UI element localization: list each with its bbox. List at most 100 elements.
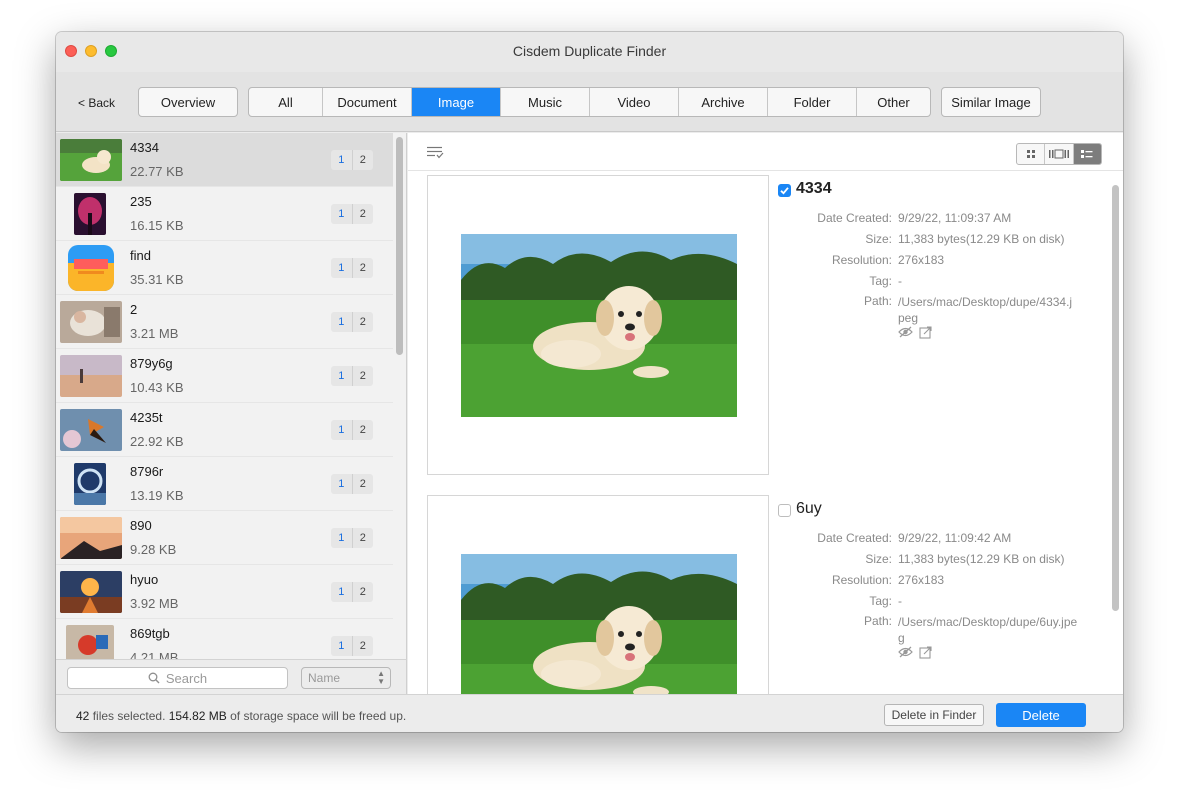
duplicate-count-badge: 12	[331, 474, 373, 494]
file-name: find	[130, 248, 151, 263]
sidebar-scrollbar[interactable]	[396, 137, 403, 355]
list-item[interactable]: 235 16.15 KB 12	[56, 187, 393, 241]
resolution-value: 276x183	[898, 253, 945, 267]
tab-document[interactable]: Document	[323, 88, 412, 116]
duplicate-count-badge: 12	[331, 258, 373, 278]
file-size: 13.19 KB	[130, 488, 184, 503]
thumbnail-image	[60, 571, 122, 613]
grid-view-icon[interactable]	[1017, 144, 1046, 164]
tag-value: -	[898, 594, 902, 608]
search-icon	[148, 672, 160, 684]
size-value: 11,383 bytes(12.29 KB on disk)	[898, 552, 1065, 566]
list-item[interactable]: 869tgb 4.21 MB 12	[56, 619, 393, 659]
tab-music[interactable]: Music	[501, 88, 590, 116]
tab-video[interactable]: Video	[590, 88, 679, 116]
list-item[interactable]: find 35.31 KB 12	[56, 241, 393, 295]
sidebar-footer: Search Name ▲ ▼	[56, 659, 407, 695]
open-external-icon[interactable]	[919, 646, 932, 659]
path-value: /Users/mac/Desktop/dupe/4334.jpeg	[898, 295, 1073, 325]
view-mode-toggle	[1016, 143, 1102, 165]
title-bar: Cisdem Duplicate Finder	[56, 32, 1123, 72]
file-name: 879y6g	[130, 356, 173, 371]
file-name: 4334	[130, 140, 159, 155]
file-size: 3.21 MB	[130, 326, 179, 341]
thumbnail-image	[60, 301, 122, 343]
list-item[interactable]: hyuo 3.92 MB 12	[56, 565, 393, 619]
duplicate-count-badge: 12	[331, 204, 373, 224]
file-name: 4334	[796, 180, 832, 197]
file-name: 6uy	[796, 500, 822, 517]
file-size: 9.28 KB	[130, 542, 177, 557]
list-item[interactable]: 8796r 13.19 KB 12	[56, 457, 393, 511]
file-name: hyuo	[130, 572, 159, 587]
back-button[interactable]: < Back	[78, 96, 115, 110]
preview-eye-icon[interactable]	[898, 646, 913, 658]
filmstrip-view-icon[interactable]	[1045, 144, 1074, 164]
sort-select[interactable]: Name ▲ ▼	[301, 667, 391, 689]
list-view-icon[interactable]	[1073, 144, 1101, 164]
window-title: Cisdem Duplicate Finder	[512, 43, 667, 59]
open-external-icon[interactable]	[919, 326, 932, 339]
stepper-arrows-icon: ▲ ▼	[377, 669, 385, 686]
file-list-sidebar: 4334 22.77 KB 12 235 16.15 KB 12 find 35…	[56, 133, 407, 659]
thumbnail-image	[74, 463, 106, 505]
duplicate-count-badge: 12	[331, 528, 373, 548]
tab-other[interactable]: Other	[857, 88, 930, 116]
selected-count: 42	[76, 709, 90, 723]
duplicate-count-badge: 12	[331, 312, 373, 332]
tab-archive[interactable]: Archive	[679, 88, 768, 116]
preview-eye-icon[interactable]	[898, 326, 913, 338]
file-size: 22.77 KB	[130, 164, 184, 179]
thumbnail-image	[66, 625, 114, 659]
file-name: 2	[130, 302, 138, 317]
list-item[interactable]: 2 3.21 MB 12	[56, 295, 393, 349]
detail-header	[408, 133, 1123, 171]
list-item[interactable]: 890 9.28 KB 12	[56, 511, 393, 565]
tag-value: -	[898, 274, 902, 288]
file-size: 4.21 MB	[130, 650, 179, 659]
delete-button[interactable]: Delete	[996, 703, 1086, 727]
search-field[interactable]: Search	[67, 667, 288, 689]
file-name: 4235t	[130, 410, 163, 425]
similar-image-button[interactable]: Similar Image	[941, 87, 1041, 117]
list-item[interactable]: 879y6g 10.43 KB 12	[56, 349, 393, 403]
size-label: Size:	[865, 232, 892, 246]
freed-space: 154.82 MB	[168, 709, 227, 723]
tag-label: Tag:	[869, 274, 892, 288]
file-size: 3.92 MB	[130, 596, 179, 611]
search-placeholder: Search	[165, 670, 208, 686]
app-icon	[68, 245, 114, 291]
tab-all[interactable]: All	[249, 88, 323, 116]
duplicate-count-badge: 12	[331, 420, 373, 440]
detail-pane: 4334 Date Created: 9/29/22, 11:09:37 AM …	[408, 133, 1123, 732]
file-checkbox[interactable]	[778, 504, 791, 517]
detail-scrollbar[interactable]	[1112, 185, 1119, 611]
select-list-icon[interactable]	[426, 146, 444, 159]
tab-folder[interactable]: Folder	[768, 88, 857, 116]
date-created-label: Date Created:	[817, 211, 892, 225]
date-created-label: Date Created:	[817, 531, 892, 545]
resolution-value: 276x183	[898, 573, 945, 587]
path-label: Path:	[863, 294, 892, 308]
path-actions	[898, 646, 932, 659]
thumbnail-image	[74, 193, 106, 235]
duplicate-count-badge: 12	[331, 582, 373, 602]
file-size: 35.31 KB	[130, 272, 184, 287]
overview-button[interactable]: Overview	[138, 87, 238, 117]
list-item[interactable]: 4235t 22.92 KB 12	[56, 403, 393, 457]
file-checkbox[interactable]	[778, 184, 791, 197]
path-actions	[898, 326, 932, 339]
toolbar: < Back Overview All Document Image Music…	[56, 72, 1123, 132]
file-size: 22.92 KB	[130, 434, 184, 449]
freed-space-suffix: of storage space will be freed up.	[226, 709, 407, 723]
thumbnail-image	[60, 409, 122, 451]
resolution-label: Resolution:	[831, 573, 892, 587]
tab-image[interactable]: Image	[412, 88, 501, 116]
duplicate-count-badge: 12	[331, 150, 373, 170]
path-label: Path:	[863, 614, 892, 628]
file-name: 8796r	[130, 464, 164, 479]
category-tabs: All Document Image Music Video Archive F…	[248, 87, 931, 117]
delete-in-finder-button[interactable]: Delete in Finder	[884, 704, 984, 726]
file-size: 10.43 KB	[130, 380, 184, 395]
list-item[interactable]: 4334 22.77 KB 12	[56, 133, 393, 187]
